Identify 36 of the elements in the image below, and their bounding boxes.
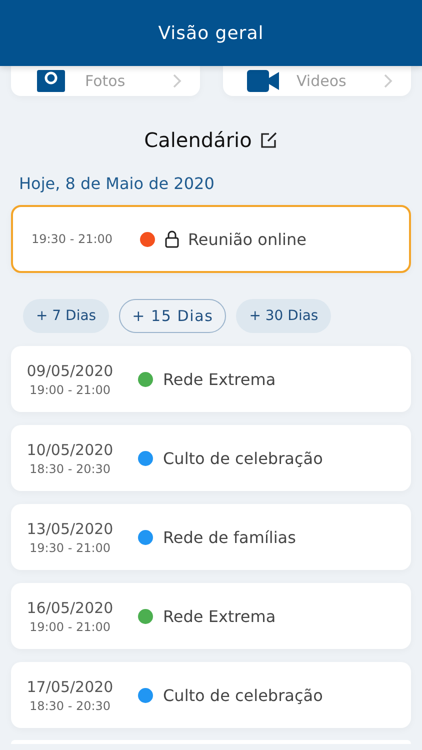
date-heading: Hoje, 8 de Maio de 2020 — [19, 174, 216, 193]
event-time: 18:30 - 20:30 — [29, 462, 111, 476]
event-card[interactable]: 10/05/2020 18:30 - 20:30 Culto de celebração — [11, 425, 411, 491]
event-date: 09/05/2020 — [26, 362, 114, 380]
event-time: 19:30 - 21:00 — [31, 232, 113, 246]
event-card[interactable]: 19:30 - 21:00 Reunião online — [11, 205, 411, 273]
media-label: Fotos — [85, 72, 126, 90]
event-card[interactable]: 13/05/2020 19:30 - 21:00 Rede de famílias — [11, 504, 411, 570]
event-date: 17/05/2020 — [26, 678, 114, 696]
section-title: Calendário — [144, 128, 252, 152]
header-title: Visão geral — [158, 22, 264, 44]
event-date: 16/05/2020 — [26, 598, 114, 616]
event-title: Rede de famílias — [163, 528, 296, 546]
event-title: Culto de celebração — [163, 448, 323, 468]
range-chip[interactable]: + 30 Dias — [236, 299, 332, 333]
event-title: Culto de celebração — [163, 686, 323, 704]
event-card[interactable]: 17/05/2020 18:30 - 20:30 Culto de celebração — [11, 662, 411, 728]
event-time: 18:30 - 20:30 — [29, 698, 111, 712]
event-time: 19:30 - 21:00 — [29, 540, 111, 554]
event-title: Rede Extrema — [163, 370, 276, 388]
camera-icon — [35, 70, 67, 92]
event-time: 19:00 - 21:00 — [29, 620, 111, 634]
event-card[interactable]: 16/05/2020 19:00 - 21:00 Rede Extrema — [11, 583, 411, 649]
chevron-icon — [172, 73, 182, 89]
event-time: 19:00 - 21:00 — [29, 382, 111, 396]
video-camera-icon — [246, 70, 278, 92]
edit-icon — [260, 131, 278, 149]
event-title: Reunião online — [188, 230, 306, 248]
media-label: Videos — [296, 72, 348, 90]
event-card[interactable]: 09/05/2020 19:00 - 21:00 Rede Extrema — [11, 346, 411, 412]
chevron-icon — [383, 73, 393, 89]
event-title: Rede Extrema — [163, 606, 276, 626]
event-date: 10/05/2020 — [26, 440, 114, 458]
range-chip[interactable]: + 15 Dias — [119, 299, 226, 333]
event-date: 13/05/2020 — [26, 520, 114, 538]
range-chip[interactable]: + 7 Dias — [23, 299, 110, 333]
